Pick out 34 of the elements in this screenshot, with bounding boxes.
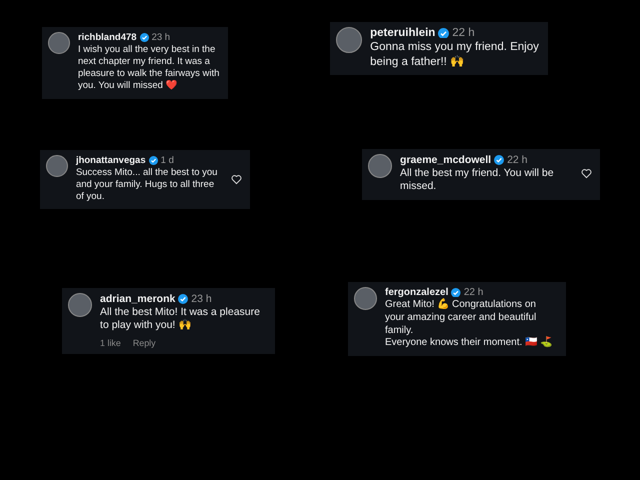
- username[interactable]: peteruihlein: [370, 27, 436, 39]
- avatar: [48, 32, 70, 54]
- reply-link[interactable]: Reply: [132, 338, 156, 348]
- avatar: [46, 155, 68, 177]
- avatar: [354, 287, 377, 310]
- avatar: [368, 154, 392, 178]
- timestamp: 22 h: [507, 154, 528, 166]
- timestamp: 1 d: [160, 155, 174, 166]
- username[interactable]: jhonattanvegas: [76, 155, 146, 166]
- avatar: [336, 27, 362, 54]
- avatar: [68, 293, 92, 318]
- username[interactable]: fergonzalezel: [385, 287, 448, 298]
- timestamp: 22 h: [464, 287, 484, 298]
- username[interactable]: graeme_mcdowell: [400, 154, 492, 166]
- username[interactable]: richbland478: [78, 32, 137, 43]
- verified-icon: [494, 155, 504, 165]
- comment-text: Gonna miss you my friend. Enjoy being a father!! 🙌: [370, 40, 540, 70]
- comment-text: Success Mito... all the best to you and your family. Hugs to all three of you.: [76, 167, 218, 204]
- like-count[interactable]: 1 like: [100, 338, 121, 348]
- verified-icon: [451, 288, 461, 298]
- username[interactable]: adrian_meronk: [100, 293, 176, 305]
- verified-icon: [140, 32, 149, 42]
- heart-icon[interactable]: [581, 168, 592, 180]
- verified-icon: [148, 156, 158, 165]
- verified-icon: [438, 28, 450, 38]
- verified-icon: [178, 294, 188, 304]
- comment-text: All the best Mito! It was a pleasure to play with you! 🙌: [100, 306, 261, 333]
- timestamp: 22 h: [452, 27, 475, 39]
- comment-text: I wish you all the very best in the next chapter my friend. It was a pleasure to walk the fairways with you. You will missed ❤: [78, 44, 220, 93]
- timestamp: 23 h: [191, 293, 212, 305]
- comment-text: Great Mito! 💪 Congratulations on your amazing career and beautiful family. Everyone knows their moment. 🇨🇱 ⛳: [385, 299, 553, 350]
- timestamp: 23 h: [152, 32, 170, 43]
- comment-text: All the best my friend. You will be missed.: [400, 167, 555, 194]
- heart-icon[interactable]: [231, 174, 242, 185]
